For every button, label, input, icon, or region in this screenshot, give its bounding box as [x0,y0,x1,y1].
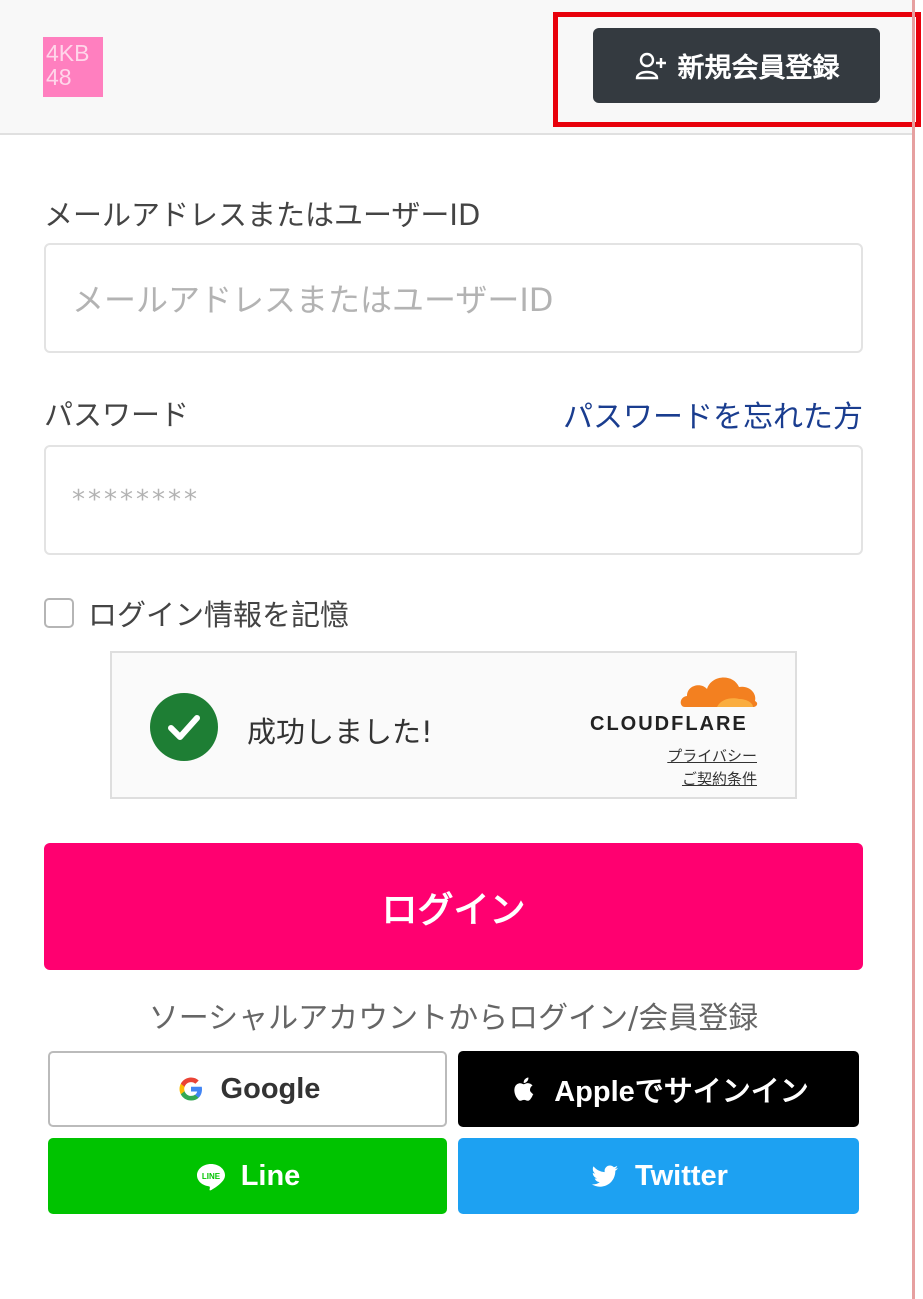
apple-label: Appleでサインイン [554,1076,809,1108]
password-field[interactable]: ******** [44,445,863,555]
svg-text:LINE: LINE [202,1172,221,1181]
page-edge-rule [912,0,915,1299]
privacy-link[interactable]: プライバシー [667,745,757,766]
remember-checkbox[interactable] [44,598,74,628]
google-login-button[interactable]: Google [48,1051,447,1127]
forgot-password-link[interactable]: パスワードを忘れた方 [563,392,863,436]
twitter-label: Twitter [635,1159,728,1192]
line-icon: LINE [196,1164,225,1191]
remember-label: ログイン情報を記憶 [88,598,350,632]
google-icon [179,1077,202,1101]
line-label: Line [240,1159,301,1192]
password-label: パスワード [44,398,190,432]
terms-link[interactable]: ご契約条件 [682,768,757,789]
email-field[interactable]: メールアドレスまたはユーザーID [44,243,863,353]
login-button-label: ログイン [381,889,526,931]
cloudflare-wordmark: CLOUDFLARE [590,713,748,735]
twitter-login-button[interactable]: Twitter [458,1138,859,1214]
email-label: メールアドレスまたはユーザーID [44,198,481,232]
highlight-annotation-box [553,12,921,127]
apple-icon [514,1077,534,1101]
cloudflare-turnstile-widget[interactable]: 成功しました! CLOUDFLARE プライバシー ご契約条件 [110,651,797,799]
logo-line-1: 4KB [46,40,90,66]
cloudflare-cloud-icon [680,677,758,707]
login-button[interactable]: ログイン [44,843,863,970]
password-placeholder: ******** [72,485,200,515]
akb48-logo[interactable]: 4KB 48 [43,37,103,97]
google-label: Google [220,1072,321,1105]
success-check-icon [150,693,218,761]
logo-line-2: 48 [46,64,72,90]
captcha-status: 成功しました! [247,715,433,749]
apple-signin-button[interactable]: Appleでサインイン [458,1051,859,1127]
remember-login[interactable]: ログイン情報を記憶 [44,592,349,634]
line-login-button[interactable]: LINE Line [48,1138,447,1214]
social-login-caption: ソーシャルアカウントからログイン/会員登録 [148,1001,759,1036]
email-placeholder: メールアドレスまたはユーザーID [72,281,554,319]
twitter-bird-icon [591,1165,619,1187]
